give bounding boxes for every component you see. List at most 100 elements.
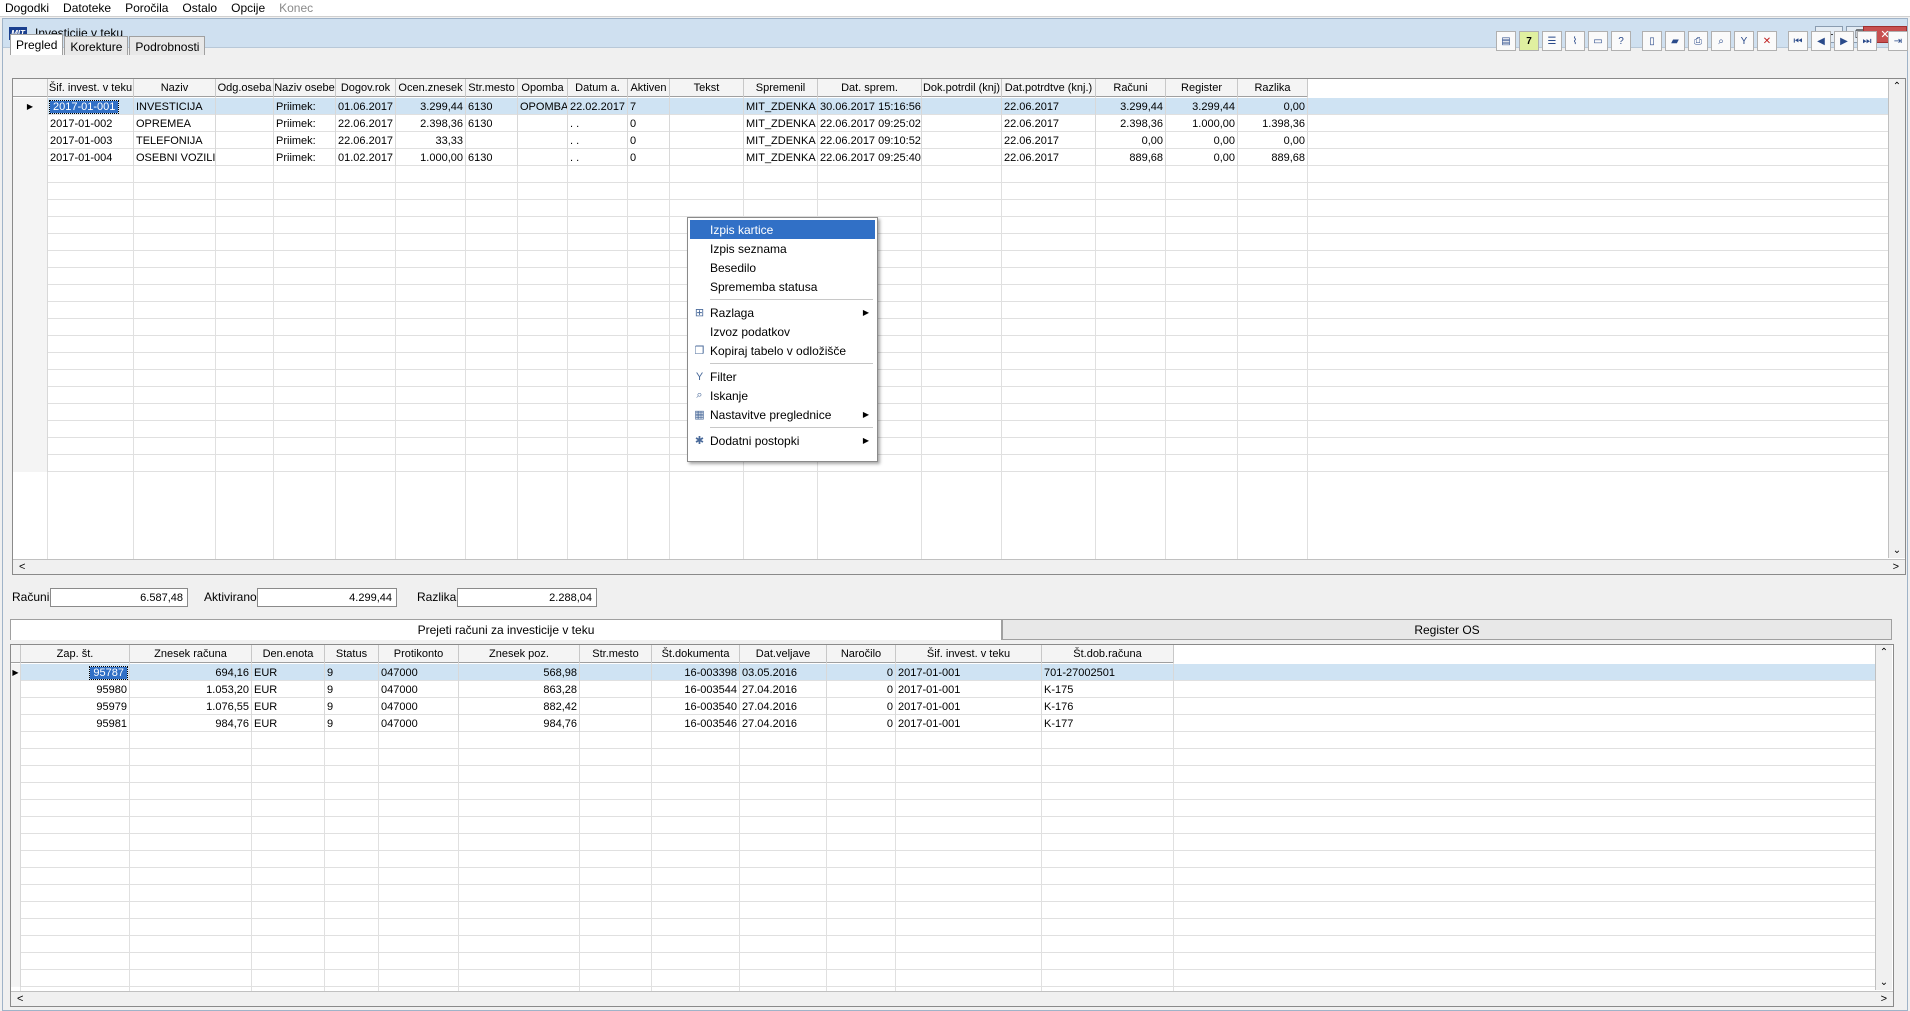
investments-grid[interactable]: Šif. invest. v teku Naziv Odg.oseba Naziv o… (12, 78, 1906, 575)
table-row[interactable]: 2017-01-004 OSEBNI VOZILI Priimek: 01.02.20… (13, 149, 1308, 166)
scroll-up-icon[interactable]: ⌃ (1880, 647, 1888, 658)
table-cell[interactable]: 0 (628, 132, 670, 149)
new-document-button[interactable]: ▯ (1642, 31, 1662, 51)
context-item-besedilo[interactable]: Besedilo (690, 258, 875, 277)
table-cell[interactable]: 0,00 (1166, 149, 1238, 166)
table-cell[interactable]: 95787 (21, 664, 130, 681)
exit-button[interactable]: ⇥ (1888, 31, 1908, 51)
table-cell[interactable]: . . (568, 149, 628, 166)
table-cell[interactable]: 95979 (21, 698, 130, 715)
table-cell[interactable]: 2017-01-001 (896, 698, 1042, 715)
filter-button[interactable]: Y (1734, 31, 1754, 51)
table-cell[interactable] (670, 98, 744, 115)
list-button[interactable]: ☰ (1542, 31, 1562, 51)
table-cell[interactable]: 30.06.2017 15:16:56 (818, 98, 922, 115)
table-cell[interactable]: 2017-01-002 (48, 115, 134, 132)
table-cell[interactable]: 27.04.2016 (740, 681, 827, 698)
table-cell[interactable]: 2017-01-004 (48, 149, 134, 166)
table-cell[interactable] (922, 98, 1002, 115)
open-folder-button[interactable]: ▰ (1665, 31, 1685, 51)
table-cell[interactable] (518, 115, 568, 132)
table-cell[interactable]: TELEFONIJA (134, 132, 216, 149)
search-button[interactable]: ⌕ (1711, 31, 1731, 51)
table-cell[interactable]: 03.05.2016 (740, 664, 827, 681)
scroll-left-icon[interactable]: < (19, 561, 25, 573)
context-item-izpis-seznama[interactable]: Izpis seznama (690, 239, 875, 258)
aktivirano-field[interactable]: 4.299,44 (257, 588, 397, 607)
table-cell[interactable]: Priimek: (274, 149, 336, 166)
tab-korekture[interactable]: Korekture (64, 36, 129, 55)
table-cell[interactable]: 2017-01-001 (896, 715, 1042, 732)
table-cell[interactable] (670, 115, 744, 132)
table-row[interactable]: ▶ 2017-01-001 INVESTICIJA Priimek: 01.06.201… (13, 98, 1888, 115)
table-cell[interactable] (670, 149, 744, 166)
table-cell[interactable] (466, 132, 518, 149)
table-cell[interactable]: 9 (325, 715, 379, 732)
menu-ostalo[interactable]: Ostalo (182, 1, 217, 15)
table-cell[interactable]: 16-003544 (652, 681, 740, 698)
table-cell[interactable]: 2017-01-003 (48, 132, 134, 149)
table-cell[interactable]: 0,00 (1238, 132, 1308, 149)
column-header[interactable]: Šif. invest. v teku (896, 645, 1042, 663)
table-cell[interactable]: 1.076,55 (130, 698, 252, 715)
vertical-scrollbar[interactable]: ⌃ ⌄ (1888, 79, 1905, 558)
table-cell[interactable] (216, 132, 274, 149)
table-cell[interactable]: 16-003398 (652, 664, 740, 681)
table-cell[interactable] (922, 115, 1002, 132)
table-cell[interactable]: MIT_ZDENKA (744, 132, 818, 149)
table-row[interactable]: 95979 1.076,55 EUR 9 047000 882,42 16-003540 27… (11, 698, 1174, 715)
column-header[interactable]: Register (1166, 79, 1238, 97)
table-cell[interactable]: 3.299,44 (1166, 98, 1238, 115)
table-cell[interactable] (216, 149, 274, 166)
menu-poročila[interactable]: Poročila (125, 1, 168, 15)
table-cell[interactable]: 047000 (379, 664, 459, 681)
table-cell[interactable]: EUR (252, 715, 325, 732)
table-cell[interactable] (580, 715, 652, 732)
column-header[interactable]: Str.mesto (466, 79, 518, 97)
table-cell[interactable]: EUR (252, 664, 325, 681)
table-cell[interactable]: K-176 (1042, 698, 1174, 715)
next-record-button[interactable]: ▶ (1834, 31, 1854, 51)
first-record-button[interactable]: ⏮ (1788, 31, 1808, 51)
table-cell[interactable]: 7 (628, 98, 670, 115)
monitor-button[interactable]: ▭ (1588, 31, 1608, 51)
menu-datoteke[interactable]: Datoteke (63, 1, 111, 15)
table-cell[interactable] (580, 698, 652, 715)
table-row[interactable]: 2017-01-002 OPREMEA Priimek: 22.06.2017 2.39… (13, 115, 1308, 132)
column-header[interactable]: Dok.potrdil (knj) (922, 79, 1002, 97)
delete-button[interactable]: ✕ (1757, 31, 1777, 51)
table-cell[interactable]: 0 (827, 715, 896, 732)
column-header[interactable]: Datum a. (568, 79, 628, 97)
table-cell[interactable]: 16-003546 (652, 715, 740, 732)
column-header[interactable]: Dat.potrdtve (knj.) (1002, 79, 1096, 97)
table-cell[interactable]: OSEBNI VOZILI (134, 149, 216, 166)
table-row[interactable]: 95981 984,76 EUR 9 047000 984,76 16-003546 27.0… (11, 715, 1174, 732)
column-header[interactable]: Dogov.rok (336, 79, 396, 97)
table-cell[interactable]: 22.06.2017 09:25:02 (818, 115, 922, 132)
context-item-razlaga[interactable]: ⊞ Razlaga ▶ (690, 303, 875, 322)
last-record-button[interactable]: ⏭ (1857, 31, 1877, 51)
tab-pregled[interactable]: Pregled (10, 34, 64, 55)
print-button[interactable]: ⎙ (1688, 31, 1708, 51)
table-cell[interactable]: 9 (325, 698, 379, 715)
column-header[interactable]: Tekst (670, 79, 744, 97)
table-cell[interactable]: 3.299,44 (1096, 98, 1166, 115)
table-cell[interactable] (518, 149, 568, 166)
form-button[interactable]: ▤ (1496, 31, 1516, 51)
column-header[interactable]: Aktiven (628, 79, 670, 97)
table-cell[interactable]: 22.06.2017 (1002, 132, 1096, 149)
table-cell[interactable]: K-175 (1042, 681, 1174, 698)
table-cell[interactable]: 1.398,36 (1238, 115, 1308, 132)
table-cell[interactable]: 2017-01-001 (896, 664, 1042, 681)
racuni-field[interactable]: 6.587,48 (50, 588, 188, 607)
table-row[interactable]: 95980 1.053,20 EUR 9 047000 863,28 16-003544 27… (11, 681, 1174, 698)
table-cell[interactable]: 1.000,00 (1166, 115, 1238, 132)
paperclip-button[interactable]: ⌇ (1565, 31, 1585, 51)
table-cell[interactable]: 27.04.2016 (740, 698, 827, 715)
column-header[interactable]: Naročilo (827, 645, 896, 663)
column-header[interactable]: Ocen.znesek (396, 79, 466, 97)
table-cell[interactable]: K-177 (1042, 715, 1174, 732)
column-header[interactable]: Opomba (518, 79, 568, 97)
menu-dogodki[interactable]: Dogodki (5, 1, 49, 15)
table-cell[interactable]: 701-27002501 (1042, 664, 1174, 681)
